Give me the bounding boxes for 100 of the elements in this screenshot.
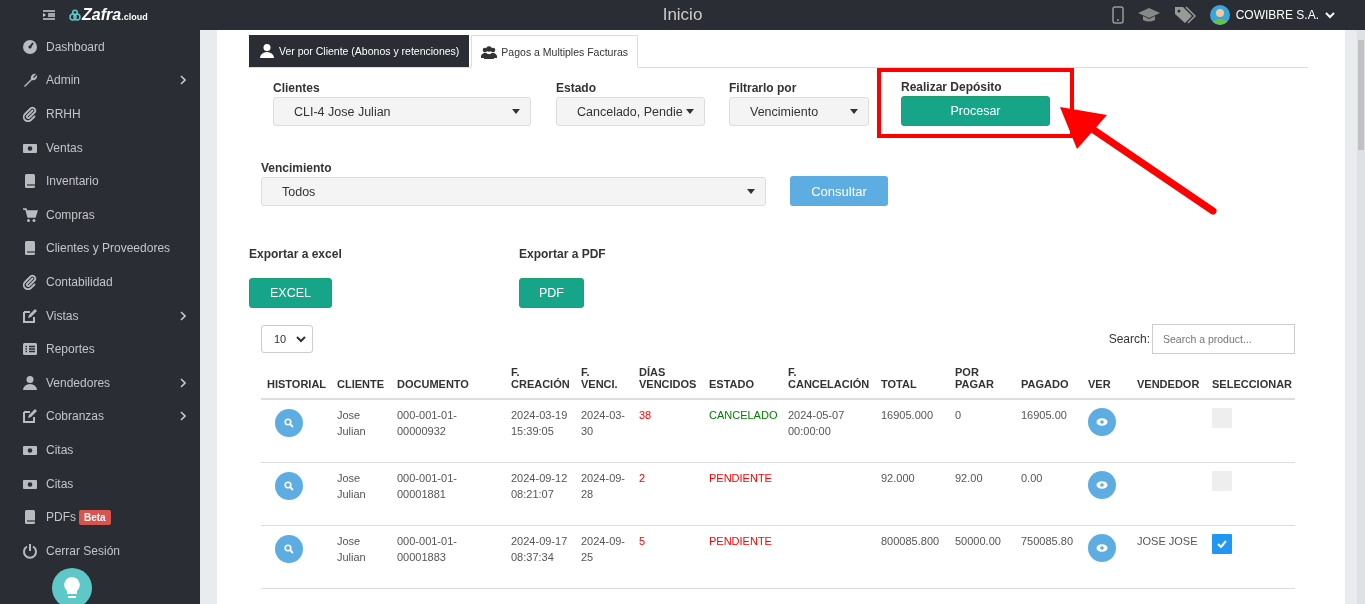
column-header: DOCUMENTO (397, 378, 469, 390)
table-cell: Jose Julian (337, 472, 366, 500)
status-text: PENDIENTE (709, 535, 772, 547)
tab[interactable]: Ver por Cliente (Abonos y retenciones) (249, 35, 470, 67)
table-cell: JOSE JOSE (1137, 535, 1198, 547)
table-cell: 750085.80 (1021, 535, 1073, 547)
chevron-down-icon (296, 335, 307, 343)
table-cell: 000-001-01-00000932 (397, 409, 457, 437)
field-label: Vencimiento (261, 161, 333, 175)
column-header: F. CANCELACIÓN (788, 366, 870, 390)
graduation-cap-icon[interactable] (1137, 7, 1160, 23)
column-header: SELECCIONAR (1212, 378, 1293, 390)
chevron-right-icon[interactable] (180, 377, 186, 388)
sidebar-item[interactable]: Admin (46, 73, 80, 88)
column-header: F. VENCI. (581, 366, 618, 390)
search-button[interactable] (275, 409, 303, 437)
eye-icon (1096, 417, 1108, 427)
chevron-down-icon[interactable] (1325, 11, 1335, 19)
column-header: F. CREACIÓN (511, 366, 570, 390)
column-header: VENDEDOR (1137, 378, 1200, 390)
select-field[interactable]: CLI-4 Jose Julian (273, 97, 531, 126)
export-label: Exportar a excel (249, 247, 342, 261)
sidebar-item[interactable]: Vendedores (46, 375, 111, 390)
list-icon (22, 341, 38, 358)
sidebar-item[interactable]: Dashboard (46, 39, 105, 54)
people-icon (481, 43, 498, 60)
book-icon (22, 173, 38, 190)
table-cell: 38 (639, 409, 652, 421)
page-size-select[interactable]: 10 (261, 325, 314, 353)
lightbulb-button[interactable] (52, 568, 92, 604)
table-cell: 000-001-01-00001883 (397, 535, 457, 563)
column-header: VER (1088, 378, 1111, 390)
export-label: Exportar a PDF (519, 247, 606, 261)
table-cell: 0.00 (1021, 472, 1043, 484)
chevron-right-icon[interactable] (180, 411, 186, 422)
search-icon (284, 481, 294, 491)
sidebar-item[interactable]: Cerrar Sesión (46, 543, 121, 558)
search-button[interactable] (275, 472, 303, 500)
sidebar-item[interactable]: Compras (46, 207, 95, 222)
table-cell: 800085.800 (881, 535, 940, 547)
sidebar-item[interactable]: Citas (46, 442, 74, 457)
search-field[interactable]: Search a product... (1152, 324, 1295, 354)
table-cell: 16905.000 (881, 409, 933, 421)
user-name[interactable]: COWIBRE S.A. (1235, 8, 1319, 22)
column-header: POR PAGAR (955, 366, 994, 390)
pencil-icon (22, 408, 38, 425)
column-header: HISTORIAL (267, 378, 327, 390)
column-header: CLIENTE (337, 378, 385, 390)
column-header: TOTAL (881, 378, 917, 390)
table-cell: 92.000 (881, 472, 915, 484)
menu-icon[interactable] (43, 10, 55, 20)
table-cell: Jose Julian (337, 409, 366, 437)
wrench-icon (22, 72, 38, 89)
sidebar-item[interactable]: Citas (46, 476, 74, 491)
phone-icon[interactable] (1111, 6, 1124, 24)
tags-icon[interactable] (1173, 6, 1196, 24)
view-button[interactable] (1088, 471, 1116, 499)
person-icon (22, 374, 38, 391)
sidebar-item[interactable]: PDFs (46, 510, 76, 525)
table-cell: 50000.00 (955, 535, 1001, 547)
chevron-right-icon[interactable] (180, 310, 186, 321)
avatar-icon[interactable] (1209, 5, 1230, 25)
table-cell: 000-001-01-00001881 (397, 472, 457, 500)
table-cell: 2024-03-30 (581, 409, 626, 437)
beta-badge: Beta (79, 509, 111, 525)
table-cell: 92.00 (955, 472, 983, 484)
search-icon (284, 544, 294, 554)
search-label: Search: (1108, 332, 1150, 346)
view-button[interactable] (1088, 408, 1116, 436)
table-cell: 2024-09-28 (581, 472, 626, 500)
sidebar-item[interactable]: Contabilidad (46, 274, 113, 289)
sidebar-item[interactable]: RRHH (46, 107, 81, 121)
table-cell: 2024-09-12 08:21:07 (511, 472, 568, 500)
table-cell: 16905.00 (1021, 409, 1067, 421)
chevron-right-icon[interactable] (180, 75, 186, 86)
caret-icon (512, 109, 520, 114)
field-label: Estado (556, 81, 597, 95)
logo-icon (69, 9, 81, 21)
view-button[interactable] (1088, 534, 1116, 562)
checkbox[interactable] (1212, 534, 1232, 554)
status-text: CANCELADO (709, 409, 778, 421)
sidebar-item[interactable]: Cobranzas (46, 409, 105, 424)
sidebar-item[interactable]: Vistas (46, 308, 79, 323)
table-cell: 2024-03-19 15:39:05 (511, 409, 568, 437)
select-field[interactable]: Todos (261, 177, 766, 206)
search-button[interactable] (275, 535, 303, 563)
select-field[interactable]: Cancelado, Pendie (556, 97, 705, 126)
select-field[interactable]: Vencimiento (729, 97, 869, 126)
sidebar-item[interactable]: Inventario (46, 174, 99, 189)
sidebar-item[interactable]: Ventas (46, 140, 83, 155)
table-cell: 2024-09-17 08:37:34 (511, 535, 568, 563)
field-label: Clientes (273, 81, 321, 95)
caret-icon (686, 109, 694, 114)
sidebar-item[interactable]: Reportes (46, 342, 95, 357)
tab[interactable]: Pagos a Multiples Facturas (471, 35, 638, 68)
search-icon (284, 418, 294, 428)
gauge-icon (22, 38, 38, 55)
book-icon (22, 240, 38, 257)
field-label: Filtrarlo por (729, 81, 798, 95)
sidebar-item[interactable]: Clientes y Proveedores (46, 241, 171, 256)
